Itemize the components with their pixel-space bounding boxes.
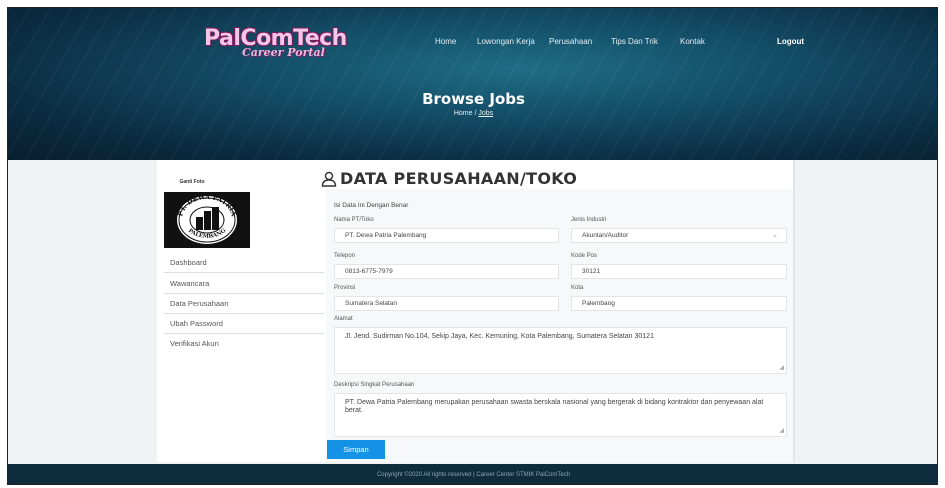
nama-label: Nama PT/Toko <box>334 217 374 223</box>
company-logo-photo[interactable]: PT. DEWA PATRIA PALEMBANG <box>164 192 250 248</box>
logo-sub-text: Career Portal <box>242 46 325 59</box>
provinsi-input[interactable]: Sumatera Selatan <box>334 296 559 311</box>
telepon-label: Telepon <box>334 253 356 259</box>
deskripsi-textarea[interactable]: PT. Dewa Patria Palembang merupakan peru… <box>334 393 787 437</box>
browser-viewport: PalComTech Career Portal Home Lowongan K… <box>7 7 938 485</box>
page-title: DATA PERUSAHAAN/TOKO <box>340 169 578 188</box>
chevron-down-icon: ⌄ <box>772 232 778 239</box>
alamat-textarea[interactable]: Jl. Jend. Sudirman No.104, Sekip Jaya, K… <box>334 327 787 374</box>
nav-tips-dan-trik[interactable]: Tips Dan Trik <box>611 37 658 46</box>
kota-input[interactable]: Palembang <box>571 296 787 311</box>
breadcrumb-current[interactable]: Jobs <box>478 110 493 117</box>
save-button[interactable]: Simpan <box>327 440 385 459</box>
resize-handle-icon[interactable]: ◢ <box>779 427 784 435</box>
kode-pos-input[interactable]: 30121 <box>571 264 787 279</box>
kota-label: Kota <box>571 285 584 291</box>
page-footer: Copyright ©2020 All rights reserved | Ca… <box>8 464 937 484</box>
card-edge <box>793 160 795 462</box>
jenis-industri-value: Akuntan/Auditor <box>582 232 629 239</box>
nav-lowongan-kerja[interactable]: Lowongan Kerja <box>477 37 535 46</box>
provinsi-label: Provinsi <box>334 285 356 291</box>
nav-home[interactable]: Home <box>435 37 456 46</box>
alamat-label: Alamat <box>334 316 353 322</box>
nama-input[interactable]: PT. Dewa Patria Palembang <box>334 228 559 243</box>
jenis-industri-select[interactable]: Akuntan/Auditor ⌄ <box>571 228 787 243</box>
breadcrumb-home[interactable]: Home <box>454 110 473 117</box>
site-logo[interactable]: PalComTech Career Portal <box>204 26 364 60</box>
hero-header: PalComTech Career Portal Home Lowongan K… <box>8 8 937 160</box>
sidebar-item-dashboard[interactable]: Dashboard <box>164 253 324 273</box>
nav-kontak[interactable]: Kontak <box>680 37 705 46</box>
jenis-industri-label: Jenis Industri <box>571 217 607 223</box>
change-photo-label[interactable]: Ganti Foto <box>168 179 216 185</box>
deskripsi-value: PT. Dewa Patria Palembang merupakan peru… <box>345 399 764 414</box>
resize-handle-icon[interactable]: ◢ <box>779 364 784 372</box>
nav-logout[interactable]: Logout <box>777 37 804 46</box>
breadcrumb: Home / Jobs <box>8 110 937 117</box>
sidebar-item-data-perusahaan[interactable]: Data Perusahaan <box>164 294 324 314</box>
nav-perusahaan[interactable]: Perusahaan <box>549 37 592 46</box>
alamat-value: Jl. Jend. Sudirman No.104, Sekip Jaya, K… <box>345 333 654 340</box>
sidebar-item-ubah-password[interactable]: Ubah Password <box>164 314 324 334</box>
sidebar-item-verifikasi-akun[interactable]: Verifikasi Akun <box>164 334 324 354</box>
company-seal-image: PT. DEWA PATRIA PALEMBANG <box>176 193 238 244</box>
telepon-input[interactable]: 0813-6775-7979 <box>334 264 559 279</box>
kode-pos-label: Kode Pos <box>571 253 598 259</box>
deskripsi-label: Deskripsi Singkat Perusahaan <box>334 382 415 388</box>
form-instruction: Isi Data Ini Dengan Benar <box>334 202 409 209</box>
sidebar-item-wawancara[interactable]: Wawancara <box>164 274 324 294</box>
breadcrumb-separator: / <box>474 110 477 117</box>
hero-title: Browse Jobs <box>422 90 525 108</box>
